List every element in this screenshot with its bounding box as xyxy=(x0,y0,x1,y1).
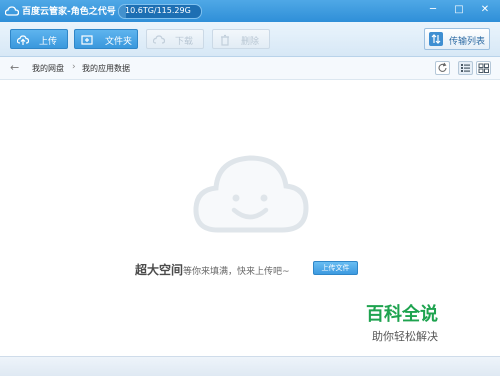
empty-state-message: 超大空间等你来填满，快来上传吧~ xyxy=(135,261,290,278)
download-label: 下载 xyxy=(175,37,194,47)
close-button[interactable]: ✕ xyxy=(478,3,492,17)
breadcrumb-item-app-data[interactable]: 我的应用数据 xyxy=(82,63,130,74)
watermark-title: 百科全说 xyxy=(366,304,438,325)
watermark: 百科全说 助你轻松解决 xyxy=(350,294,470,352)
breadcrumb: ← 我的网盘 › 我的应用数据 xyxy=(0,57,500,80)
minimize-button[interactable]: ─ xyxy=(426,3,440,17)
refresh-icon xyxy=(438,62,447,72)
new-folder-label: 文件夹 xyxy=(105,37,133,47)
upload-label: 上传 xyxy=(39,37,58,47)
transfer-list-button[interactable]: 传输列表 xyxy=(424,28,490,50)
trash-icon xyxy=(221,34,229,46)
delete-label: 删除 xyxy=(241,37,260,47)
list-view-button[interactable] xyxy=(458,61,473,75)
list-view-icon xyxy=(461,64,470,72)
empty-state-title: 超大空间 xyxy=(135,263,184,277)
download-icon xyxy=(153,35,165,44)
upload-icon xyxy=(17,35,29,45)
toolbar: 上传 文件夹 下载 删除 传输列表 xyxy=(0,22,500,57)
maximize-button[interactable]: □ xyxy=(452,3,466,17)
status-bar xyxy=(0,356,500,376)
download-button[interactable]: 下载 xyxy=(146,29,204,49)
storage-quota[interactable]: 10.6TG/115.29G xyxy=(118,4,202,19)
upload-file-button[interactable]: 上传文件 xyxy=(313,261,358,275)
back-arrow-icon[interactable]: ← xyxy=(10,62,22,74)
quota-text: 10.6TG/115.29G xyxy=(125,6,191,15)
smiling-cloud-icon xyxy=(193,155,309,233)
watermark-subtitle: 助你轻松解决 xyxy=(372,330,438,343)
window-title: 百度云管家-角色之代号 xyxy=(22,7,116,17)
refresh-button[interactable] xyxy=(435,61,450,75)
transfer-list-label: 传输列表 xyxy=(449,37,486,47)
delete-button[interactable]: 删除 xyxy=(212,29,270,49)
empty-state-subtitle: 等你来填满，快来上传吧~ xyxy=(183,267,290,277)
new-folder-button[interactable]: 文件夹 xyxy=(74,29,138,49)
upload-button[interactable]: 上传 xyxy=(10,29,68,49)
breadcrumb-separator: › xyxy=(72,62,76,72)
breadcrumb-item-my-disk[interactable]: 我的网盘 xyxy=(32,63,64,74)
new-folder-icon xyxy=(81,35,93,45)
baidu-cloud-logo-icon xyxy=(5,6,19,16)
grid-view-button[interactable] xyxy=(476,61,491,75)
transfer-icon xyxy=(429,32,443,46)
grid-view-icon xyxy=(478,63,489,73)
title-bar: 百度云管家-角色之代号 10.6TG/115.29G ─ □ ✕ xyxy=(0,0,500,22)
